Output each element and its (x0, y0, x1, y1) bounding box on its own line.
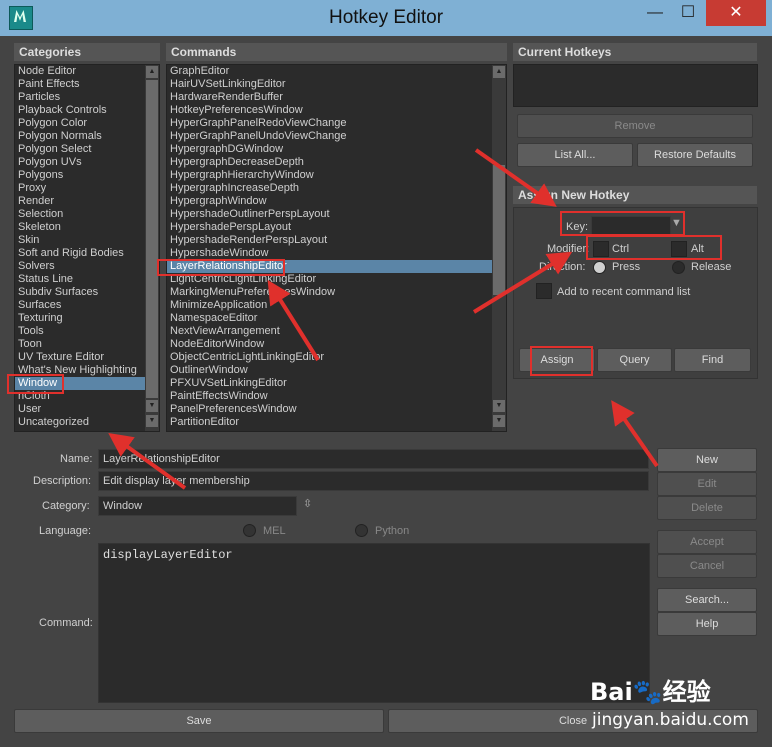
arrow-to-categories (108, 433, 187, 490)
arrow-to-command (267, 279, 320, 362)
hotkey-editor-window: Hotkey Editor — ☐ ✕ Categories Node Edit… (0, 0, 772, 747)
arrow-to-key (474, 148, 557, 207)
arrow-to-modifier (472, 251, 573, 314)
arrow-to-assign (611, 400, 659, 468)
annotation-arrows (108, 148, 659, 490)
